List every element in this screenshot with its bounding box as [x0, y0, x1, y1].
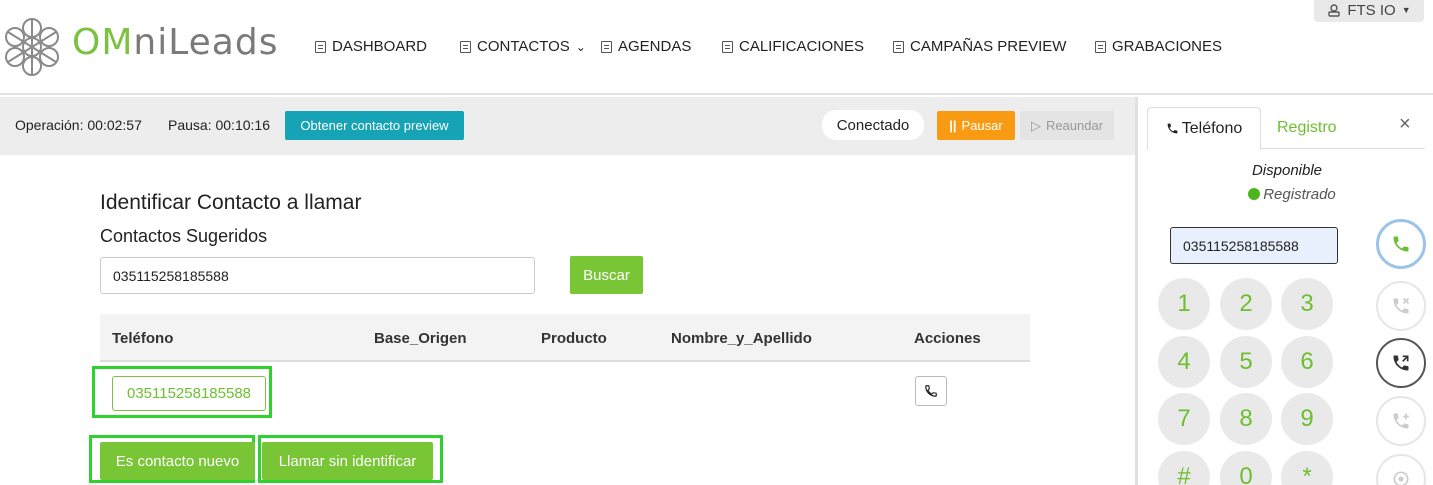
pause-icon: ||	[949, 118, 957, 133]
omnileads-logo-icon	[5, 18, 59, 76]
pause-label: Pausa:	[168, 117, 212, 133]
list-icon	[601, 40, 612, 53]
section-subtitle: Contactos Sugeridos	[100, 226, 268, 246]
dialpad-key-hash[interactable]: #	[1158, 451, 1210, 485]
phone-icon	[925, 385, 937, 397]
dialpad-key-7[interactable]: 7	[1158, 393, 1210, 445]
check-square-icon	[722, 40, 733, 53]
contacts-table-header: Teléfono Base_Origen Producto Nombre_y_A…	[100, 314, 1030, 362]
call-without-identify-button[interactable]: Llamar sin identificar	[262, 442, 433, 480]
status-dot-icon	[1248, 188, 1261, 200]
nav-label: CALIFICACIONES	[739, 38, 865, 55]
phone-hangup-icon	[1393, 297, 1410, 314]
add-call-button[interactable]	[1376, 396, 1426, 446]
play-icon: ▷	[1030, 117, 1041, 133]
dialpad-key-2[interactable]: 2	[1220, 278, 1272, 330]
table-row-phone-button[interactable]: 035115258185588	[112, 376, 266, 411]
close-icon[interactable]: ×	[1399, 113, 1411, 136]
nav-agendas[interactable]: AGENDAS	[601, 38, 691, 55]
phone-transfer-icon	[1393, 355, 1409, 371]
resume-button[interactable]: ▷ Reaundar	[1020, 111, 1114, 140]
caret-down-icon: ▼	[1401, 5, 1411, 15]
user-icon	[1328, 4, 1341, 17]
resume-button-label: Reaundar	[1045, 118, 1104, 133]
phone-icon	[1167, 123, 1178, 134]
brand-name[interactable]: OMniLeads	[72, 22, 278, 63]
dialpad-key-star[interactable]: *	[1281, 451, 1333, 485]
nav-contactos[interactable]: CONTACTOS ⌄	[460, 38, 586, 55]
nav-label: DASHBOARD	[332, 38, 428, 55]
book-icon	[460, 40, 471, 53]
pause-timer: Pausa: 00:10:16	[168, 117, 270, 133]
operation-label: Operación:	[15, 117, 84, 133]
phone-add-icon	[1393, 413, 1409, 429]
dialpad-key-0[interactable]: 0	[1220, 451, 1272, 485]
operation-timer: Operación: 00:02:57	[15, 117, 142, 133]
tab-telefono[interactable]: Teléfono	[1147, 107, 1261, 150]
nav-dashboard[interactable]: DASHBOARD	[315, 38, 427, 55]
connection-status-badge: Conectado	[822, 110, 924, 140]
brand-suffix: niLeads	[133, 22, 279, 63]
nav-calificaciones[interactable]: CALIFICACIONES	[722, 38, 864, 55]
contact-search-input[interactable]	[100, 257, 535, 294]
nav-label: CAMPAÑAS PREVIEW	[910, 38, 1067, 55]
registration-status: Registrado	[1147, 186, 1433, 203]
list-icon	[315, 40, 326, 53]
get-preview-contact-button[interactable]: Obtener contacto preview	[285, 111, 464, 140]
agent-status-bar: Operación: 00:02:57 Pausa: 00:10:16 Obte…	[0, 97, 1135, 155]
column-header-telefono: Teléfono	[112, 330, 174, 347]
list-icon	[893, 40, 904, 53]
column-header-producto: Producto	[541, 330, 607, 347]
pause-time: 00:10:16	[215, 117, 270, 133]
call-contact-button[interactable]	[915, 376, 947, 406]
nav-campanas-preview[interactable]: CAMPAÑAS PREVIEW	[893, 38, 1066, 55]
transfer-call-button[interactable]	[1376, 338, 1426, 388]
operation-time: 00:02:57	[87, 117, 142, 133]
column-header-acciones: Acciones	[914, 330, 981, 347]
column-header-base-origen: Base_Origen	[374, 330, 467, 347]
record-icon	[1393, 471, 1409, 485]
column-header-nombre: Nombre_y_Apellido	[671, 330, 812, 347]
nav-label: GRABACIONES	[1112, 38, 1223, 55]
top-navbar: OMniLeads DASHBOARD CONTACTOS ⌄ AGENDAS C…	[0, 0, 1433, 95]
dialpad-key-8[interactable]: 8	[1220, 393, 1272, 445]
dialpad-key-6[interactable]: 6	[1281, 336, 1333, 388]
chevron-down-icon: ⌄	[575, 39, 586, 54]
registration-label: Registrado	[1263, 186, 1336, 203]
nav-label: CONTACTOS	[477, 38, 570, 55]
brand-prefix: OM	[72, 22, 134, 63]
dial-call-button[interactable]	[1376, 219, 1426, 269]
tab-label: Teléfono	[1181, 119, 1243, 137]
phone-call-icon	[1393, 236, 1409, 252]
pause-button-label: Pausar	[961, 118, 1003, 133]
user-label: FTS IO	[1347, 1, 1396, 19]
panel-divider	[1135, 97, 1138, 485]
dialpad-key-4[interactable]: 4	[1158, 336, 1210, 388]
search-button[interactable]: Buscar	[570, 256, 643, 294]
user-menu-button[interactable]: FTS IO ▼	[1314, 0, 1424, 22]
chart-icon	[1095, 40, 1106, 53]
phone-panel-tabs: Teléfono Registro ×	[1147, 107, 1425, 150]
record-call-button[interactable]	[1376, 454, 1426, 485]
dial-number-input[interactable]: 035115258185588	[1170, 227, 1338, 264]
tab-registro[interactable]: Registro	[1277, 119, 1337, 137]
new-contact-button[interactable]: Es contacto nuevo	[100, 442, 255, 480]
dialpad-key-5[interactable]: 5	[1220, 336, 1272, 388]
nav-label: AGENDAS	[618, 38, 692, 55]
hangup-button[interactable]	[1376, 281, 1426, 331]
dialpad-key-9[interactable]: 9	[1281, 393, 1333, 445]
dialpad-key-3[interactable]: 3	[1281, 278, 1333, 330]
pause-button[interactable]: || Pausar	[937, 111, 1015, 140]
page-title: Identificar Contacto a llamar	[100, 191, 362, 214]
nav-grabaciones[interactable]: GRABACIONES	[1095, 38, 1222, 55]
agent-availability-status: Disponible	[1251, 162, 1323, 179]
dialpad-key-1[interactable]: 1	[1158, 278, 1210, 330]
